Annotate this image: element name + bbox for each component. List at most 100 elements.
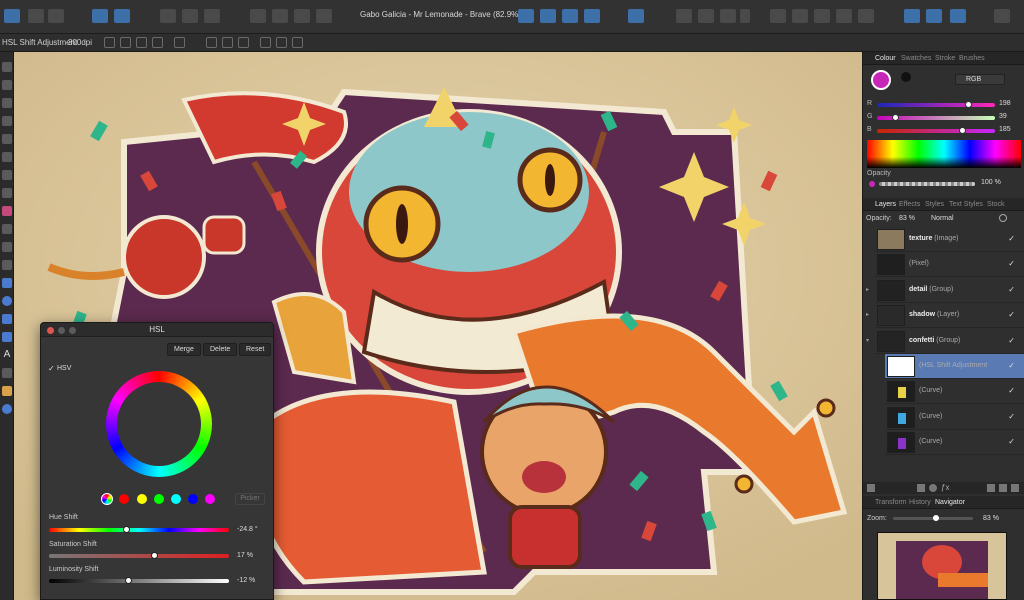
flip-h-icon[interactable] bbox=[518, 9, 534, 23]
boolean-add-icon[interactable] bbox=[770, 9, 786, 23]
layer-visibility-checkbox[interactable]: ✓ bbox=[1008, 361, 1015, 370]
transform-origin-icon[interactable] bbox=[104, 37, 115, 48]
layer-visibility-checkbox[interactable]: ✓ bbox=[1008, 412, 1015, 421]
red-value[interactable]: 198 bbox=[999, 100, 1011, 107]
align-left-icon[interactable] bbox=[206, 37, 217, 48]
layer-row[interactable]: ▸ detail (Group) ✓ bbox=[866, 278, 1024, 303]
tab-stock[interactable]: Stock bbox=[987, 201, 1005, 208]
assistant-icon[interactable] bbox=[92, 9, 108, 23]
master-hue-swatch[interactable] bbox=[101, 493, 113, 505]
studio-colour-icon[interactable] bbox=[950, 9, 966, 23]
luminosity-shift-knob[interactable] bbox=[124, 577, 132, 584]
rotate-cw-icon[interactable] bbox=[584, 9, 600, 23]
zoom-value[interactable]: 83 % bbox=[983, 515, 999, 522]
hue-shift-knob[interactable] bbox=[123, 526, 131, 533]
colour-spectrum[interactable] bbox=[867, 140, 1021, 168]
tab-stroke[interactable]: Stroke bbox=[935, 55, 955, 62]
hand-tool-icon[interactable] bbox=[2, 386, 12, 396]
saturation-shift-slider[interactable] bbox=[49, 552, 229, 559]
studio-layers-icon[interactable] bbox=[926, 9, 942, 23]
swatch-blue[interactable] bbox=[188, 494, 198, 504]
swatch-red[interactable] bbox=[119, 494, 129, 504]
layer-visibility-checkbox[interactable]: ✓ bbox=[1008, 386, 1015, 395]
blue-track[interactable] bbox=[877, 127, 995, 134]
tab-layers[interactable]: Layers bbox=[875, 201, 896, 208]
tab-effects[interactable]: Effects bbox=[899, 201, 920, 208]
zoom-tool-icon[interactable] bbox=[2, 404, 12, 414]
snapping-dropdown-icon[interactable] bbox=[740, 9, 750, 23]
flip-v-icon[interactable] bbox=[540, 9, 556, 23]
green-knob[interactable] bbox=[891, 114, 899, 121]
ellipse-tool-icon[interactable] bbox=[2, 296, 12, 306]
layer-row[interactable]: (Pixel) ✓ bbox=[875, 252, 1024, 278]
group-icon[interactable] bbox=[999, 484, 1007, 492]
colour-model-select[interactable]: RGB bbox=[955, 74, 1005, 85]
rectangle-tool-icon[interactable] bbox=[2, 278, 12, 288]
layer-visibility-checkbox[interactable]: ✓ bbox=[1008, 437, 1015, 446]
expand-toggle-icon[interactable]: ▸ bbox=[866, 286, 869, 293]
align-top-icon[interactable] bbox=[260, 37, 271, 48]
node-tool-icon[interactable] bbox=[2, 98, 12, 108]
swatch-green[interactable] bbox=[154, 494, 164, 504]
green-channel-slider[interactable]: G 39 bbox=[867, 113, 1023, 123]
select-icon[interactable] bbox=[160, 9, 176, 23]
stroke-colour-swatch[interactable] bbox=[901, 72, 911, 82]
transform-scale-icon[interactable] bbox=[136, 37, 147, 48]
app-logo-icon[interactable] bbox=[4, 9, 20, 23]
green-value[interactable]: 39 bbox=[999, 113, 1007, 120]
layer-settings-icon[interactable] bbox=[999, 214, 1007, 222]
user-account-icon[interactable] bbox=[994, 9, 1010, 23]
delete-button[interactable]: Delete bbox=[203, 343, 238, 356]
grid-icon[interactable] bbox=[676, 9, 692, 23]
tab-transform[interactable]: Transform bbox=[875, 499, 907, 506]
transform-rotate-icon[interactable] bbox=[152, 37, 163, 48]
arrange-forward-icon[interactable] bbox=[272, 9, 288, 23]
transform-center-icon[interactable] bbox=[120, 37, 131, 48]
boolean-intersect-icon[interactable] bbox=[814, 9, 830, 23]
pen-tool-icon[interactable] bbox=[2, 152, 12, 162]
mask-icon[interactable] bbox=[917, 484, 925, 492]
layer-visibility-checkbox[interactable]: ✓ bbox=[1008, 285, 1015, 294]
green-track[interactable] bbox=[877, 114, 995, 121]
transform-icon[interactable] bbox=[182, 9, 198, 23]
tab-brushes[interactable]: Brushes bbox=[959, 55, 985, 62]
blue-channel-slider[interactable]: B 185 bbox=[867, 126, 1023, 136]
layer-stack-icon[interactable] bbox=[867, 484, 875, 492]
tab-history[interactable]: History bbox=[909, 499, 931, 506]
opacity-value[interactable]: 100 % bbox=[981, 179, 1001, 186]
point-transform-icon[interactable] bbox=[2, 116, 12, 126]
saturation-shift-knob[interactable] bbox=[150, 552, 158, 559]
layer-row[interactable]: ▸ shadow (Layer) ✓ bbox=[866, 303, 1024, 329]
triangle-tool-icon[interactable] bbox=[2, 332, 12, 342]
swatch-cyan[interactable] bbox=[171, 494, 181, 504]
arrange-back-icon[interactable] bbox=[250, 9, 266, 23]
move-tool-icon[interactable] bbox=[2, 62, 12, 72]
expand-toggle-icon[interactable]: ▸ bbox=[866, 311, 869, 318]
red-channel-slider[interactable]: R 198 bbox=[867, 100, 1023, 110]
layer-opacity-value[interactable]: 83 % bbox=[899, 215, 915, 222]
text-tool-icon[interactable]: A bbox=[2, 350, 12, 360]
place-image-icon[interactable] bbox=[2, 242, 12, 252]
expand-toggle-icon[interactable]: ▾ bbox=[866, 337, 869, 344]
zoom-slider[interactable] bbox=[893, 515, 973, 521]
minimize-icon[interactable] bbox=[58, 327, 65, 334]
layer-row[interactable]: ▾ confetti (Group) ✓ bbox=[866, 329, 1024, 354]
align-center-icon[interactable] bbox=[222, 37, 233, 48]
fill-tool-icon[interactable] bbox=[2, 206, 12, 216]
fill-colour-swatch[interactable] bbox=[871, 70, 891, 90]
hue-wheel[interactable] bbox=[106, 371, 212, 477]
picker-button[interactable]: Picker bbox=[235, 493, 265, 505]
layer-row[interactable]: (HSL Shift Adjustment ✓ bbox=[885, 354, 1024, 379]
tab-colour[interactable]: Colour bbox=[875, 55, 896, 62]
close-icon[interactable] bbox=[47, 327, 54, 334]
layer-visibility-checkbox[interactable]: ✓ bbox=[1008, 336, 1015, 345]
align-middle-icon[interactable] bbox=[276, 37, 287, 48]
delete-layer-icon[interactable] bbox=[1011, 484, 1019, 492]
snapping-icon[interactable] bbox=[114, 9, 130, 23]
tab-swatches[interactable]: Swatches bbox=[901, 55, 931, 62]
red-track[interactable] bbox=[877, 101, 995, 108]
boolean-divide-icon[interactable] bbox=[858, 9, 874, 23]
adjustment-icon[interactable] bbox=[929, 484, 937, 492]
hue-shift-slider[interactable] bbox=[49, 526, 229, 533]
reset-button[interactable]: Reset bbox=[239, 343, 272, 356]
